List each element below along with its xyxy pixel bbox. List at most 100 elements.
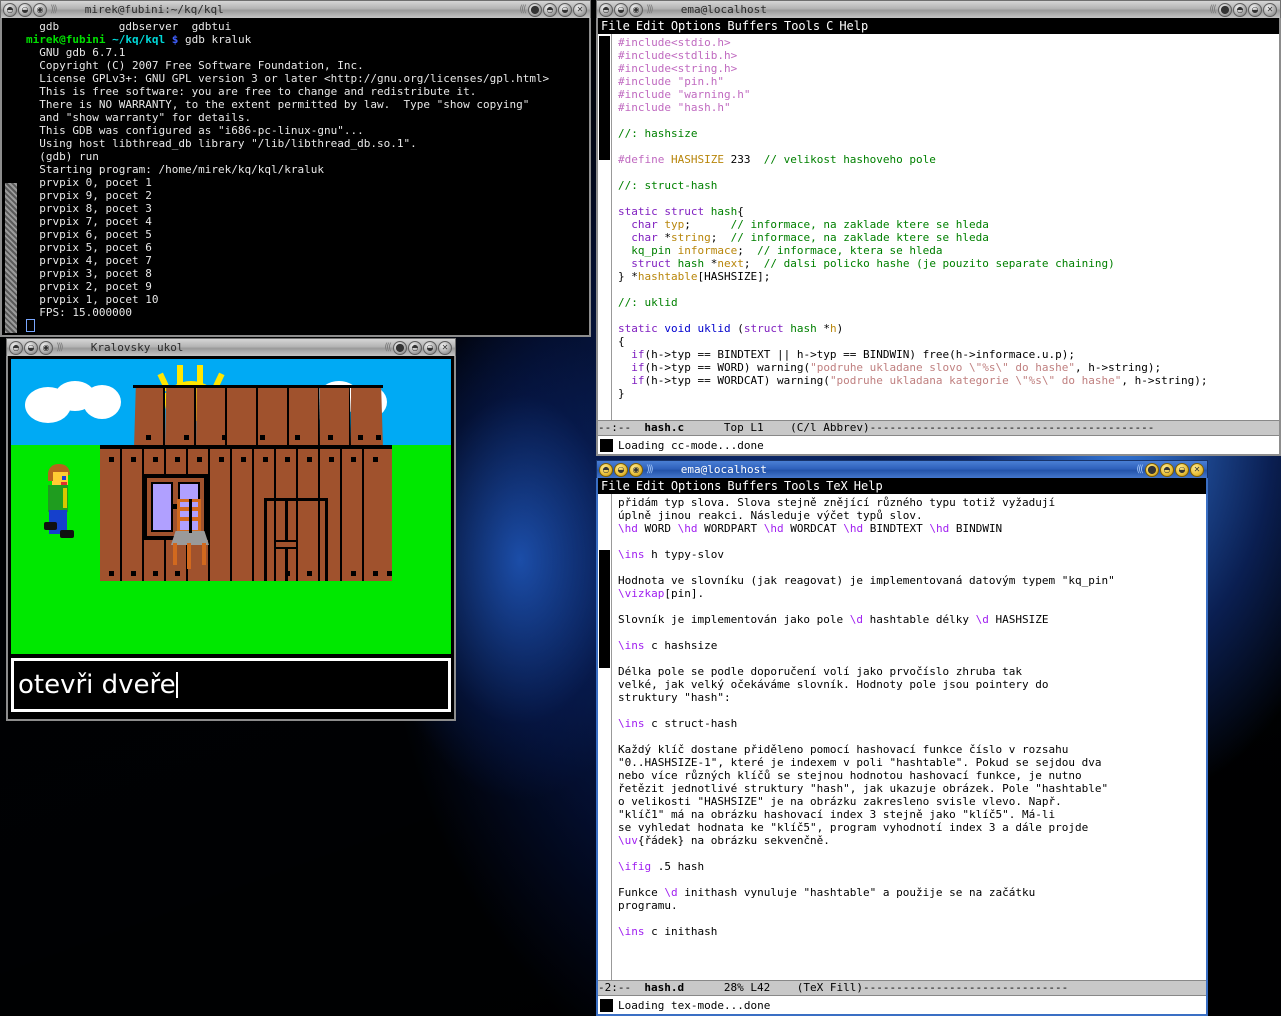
menu-item-tools[interactable]: Tools bbox=[781, 19, 823, 33]
emacs-c-scrollbar-thumb[interactable] bbox=[599, 36, 610, 160]
terminal-scrollbar-thumb[interactable] bbox=[5, 183, 17, 333]
chair-leg bbox=[173, 543, 177, 565]
menu-item-options[interactable]: Options bbox=[668, 479, 725, 493]
close-button[interactable]: ✕ bbox=[573, 2, 587, 17]
terminal-titlebar[interactable]: ◓ ◒ ◉ ))) mirek@fubini:~/kq/kql ((( ⬤ ◓ … bbox=[0, 0, 591, 18]
shade-up-button[interactable]: ◒ bbox=[558, 2, 572, 17]
iconify-button[interactable]: ◓ bbox=[1233, 2, 1247, 17]
minimize-button[interactable]: ◒ bbox=[24, 340, 38, 355]
chair[interactable] bbox=[171, 499, 209, 569]
code-kw-struct: struct bbox=[664, 205, 705, 218]
game-scene[interactable] bbox=[11, 359, 451, 654]
titlebar-grip-left: ))) bbox=[56, 342, 64, 353]
titlebar-grip-left: ))) bbox=[50, 4, 58, 15]
game-window[interactable]: ◓ ◒ ◉ ))) Kralovsky ukol ((( ⬤ ◓ ◒ ✕ ote… bbox=[6, 338, 456, 721]
wall-nail-bottom bbox=[373, 571, 378, 576]
game-command-text: otevři dveře bbox=[18, 670, 176, 700]
terminal-window[interactable]: ◓ ◒ ◉ ))) mirek@fubini:~/kq/kql ((( ⬤ ◓ … bbox=[0, 0, 591, 337]
emacs-tex-buffer-area[interactable]: přidám typ slova. Slova stejně znějící r… bbox=[598, 494, 1206, 980]
close-button[interactable]: ✕ bbox=[438, 340, 452, 355]
titlebar-right-buttons[interactable]: ⬤ ◓ ◒ ✕ bbox=[1145, 462, 1207, 477]
close-button[interactable]: ✕ bbox=[1190, 462, 1204, 477]
titlebar-left-buttons[interactable]: ◓ ◒ ◉ bbox=[597, 462, 643, 477]
menu-item-help[interactable]: Help bbox=[851, 479, 886, 493]
emacs-c-window[interactable]: ◓ ◒ ◉ ))) ema@localhost ((( ⬤ ◓ ◒ ✕ File… bbox=[596, 0, 1281, 456]
emacs-c-menubar[interactable]: File Edit Options Buffers Tools C Help bbox=[598, 18, 1279, 34]
titlebar-grip-right: ((( bbox=[1136, 464, 1144, 475]
emacs-tex-titlebar[interactable]: ◓ ◒ ◉ ))) ema@localhost ((( ⬤ ◓ ◒ ✕ bbox=[596, 460, 1208, 478]
tex-cmd-d: \d bbox=[849, 613, 864, 626]
shade-button[interactable]: ◓ bbox=[599, 2, 613, 17]
emacs-tex-buffer[interactable]: přidám typ slova. Slova stejně znějící r… bbox=[612, 494, 1206, 980]
menu-item-buffers[interactable]: Buffers bbox=[724, 19, 781, 33]
menu-item-help[interactable]: Help bbox=[836, 19, 871, 33]
minimize-button[interactable]: ◒ bbox=[614, 462, 628, 477]
minimize-button[interactable]: ◒ bbox=[614, 2, 628, 17]
titlebar-left-buttons[interactable]: ◓ ◒ ◉ bbox=[597, 2, 643, 17]
emacs-tex-body[interactable]: File Edit Options Buffers Tools TeX Help přidá… bbox=[596, 478, 1208, 1016]
iconify-button[interactable]: ◓ bbox=[543, 2, 557, 17]
menu-item-buffers[interactable]: Buffers bbox=[724, 479, 781, 493]
chair-leg bbox=[202, 543, 206, 565]
code-define-keyword: #define bbox=[618, 153, 665, 166]
door-handle[interactable] bbox=[274, 540, 298, 549]
close-button[interactable]: ✕ bbox=[1263, 2, 1277, 17]
modeline-dashes: ------------------------------- bbox=[862, 981, 1069, 994]
menu-item-edit[interactable]: Edit bbox=[633, 19, 668, 33]
emacs-c-buffer-area[interactable]: #include<stdio.h> #include<stdlib.h> #in… bbox=[598, 34, 1279, 420]
menu-item-edit[interactable]: Edit bbox=[633, 479, 668, 493]
menu-item-c[interactable]: C bbox=[823, 19, 836, 33]
menu-item-tools[interactable]: Tools bbox=[781, 479, 823, 493]
menu-item-tex[interactable]: TeX bbox=[823, 479, 851, 493]
titlebar-right-buttons[interactable]: ⬤ ◓ ◒ ✕ bbox=[1218, 2, 1280, 17]
menu-button[interactable]: ◉ bbox=[629, 2, 643, 17]
menu-item-file[interactable]: File bbox=[598, 19, 633, 33]
shade-button[interactable]: ◓ bbox=[599, 462, 613, 477]
maximize-button[interactable]: ⬤ bbox=[1145, 462, 1159, 477]
titlebar-right-buttons[interactable]: ⬤ ◓ ◒ ✕ bbox=[528, 2, 590, 17]
shade-up-button[interactable]: ◒ bbox=[1248, 2, 1262, 17]
maximize-button[interactable]: ⬤ bbox=[1218, 2, 1232, 17]
wall-nail bbox=[307, 457, 312, 462]
menu-button[interactable]: ◉ bbox=[33, 2, 47, 17]
code-var-typ: typ bbox=[664, 218, 685, 231]
shade-up-button[interactable]: ◒ bbox=[1175, 462, 1189, 477]
iconify-button[interactable]: ◓ bbox=[408, 340, 422, 355]
shade-button[interactable]: ◓ bbox=[9, 340, 23, 355]
menu-item-options[interactable]: Options bbox=[668, 19, 725, 33]
shoe-front bbox=[60, 530, 74, 538]
code-comment-hashsize-marker: //: hashsize bbox=[618, 127, 698, 140]
game-titlebar-right-buttons[interactable]: ⬤ ◓ ◒ ✕ bbox=[393, 340, 455, 355]
titlebar-grip-right: ((( bbox=[384, 342, 392, 353]
minimize-button[interactable]: ◒ bbox=[18, 2, 32, 17]
shade-button[interactable]: ◓ bbox=[3, 2, 17, 17]
term-line-5: This is free software: you are free to c… bbox=[26, 85, 477, 98]
emacs-tex-scrollbar-thumb[interactable] bbox=[599, 550, 610, 668]
iconify-button[interactable]: ◓ bbox=[1160, 462, 1174, 477]
maximize-button[interactable]: ⬤ bbox=[528, 2, 542, 17]
emacs-c-body[interactable]: File Edit Options Buffers Tools C Help #includ… bbox=[596, 18, 1281, 456]
text-caret bbox=[175, 672, 178, 698]
emacs-c-code-buffer[interactable]: #include<stdio.h> #include<stdlib.h> #in… bbox=[612, 34, 1279, 420]
maximize-button[interactable]: ⬤ bbox=[393, 340, 407, 355]
game-body[interactable]: otevři dveře bbox=[6, 356, 456, 721]
emacs-c-minibuffer[interactable]: Loading cc-mode...done bbox=[598, 436, 1279, 454]
game-titlebar-left-buttons[interactable]: ◓ ◒ ◉ bbox=[7, 340, 53, 355]
emacs-c-titlebar[interactable]: ◓ ◒ ◉ ))) ema@localhost ((( ⬤ ◓ ◒ ✕ bbox=[596, 0, 1281, 18]
emacs-tex-scrollbar-track[interactable] bbox=[598, 494, 612, 980]
menu-button[interactable]: ◉ bbox=[629, 462, 643, 477]
menu-button[interactable]: ◉ bbox=[39, 340, 53, 355]
game-titlebar[interactable]: ◓ ◒ ◉ ))) Kralovsky ukol ((( ⬤ ◓ ◒ ✕ bbox=[6, 338, 456, 356]
titlebar-grip-left: ))) bbox=[646, 4, 654, 15]
menu-item-file[interactable]: File bbox=[598, 479, 633, 493]
wall-nail-bottom bbox=[351, 571, 356, 576]
emacs-tex-minibuffer[interactable]: Loading tex-mode...done bbox=[598, 996, 1206, 1014]
emacs-tex-window[interactable]: ◓ ◒ ◉ ))) ema@localhost ((( ⬤ ◓ ◒ ✕ File… bbox=[596, 460, 1208, 1016]
player-character[interactable] bbox=[44, 464, 74, 544]
emacs-c-scrollbar-track[interactable] bbox=[598, 34, 612, 420]
game-command-input[interactable]: otevři dveře bbox=[11, 658, 451, 712]
emacs-tex-menubar[interactable]: File Edit Options Buffers Tools TeX Help bbox=[598, 478, 1206, 494]
terminal-body[interactable]: gdb gdbserver gdbtui mirek@fubini ~/kq/k… bbox=[0, 18, 591, 337]
shade-up-button[interactable]: ◒ bbox=[423, 340, 437, 355]
titlebar-left-buttons[interactable]: ◓ ◒ ◉ bbox=[1, 2, 47, 17]
